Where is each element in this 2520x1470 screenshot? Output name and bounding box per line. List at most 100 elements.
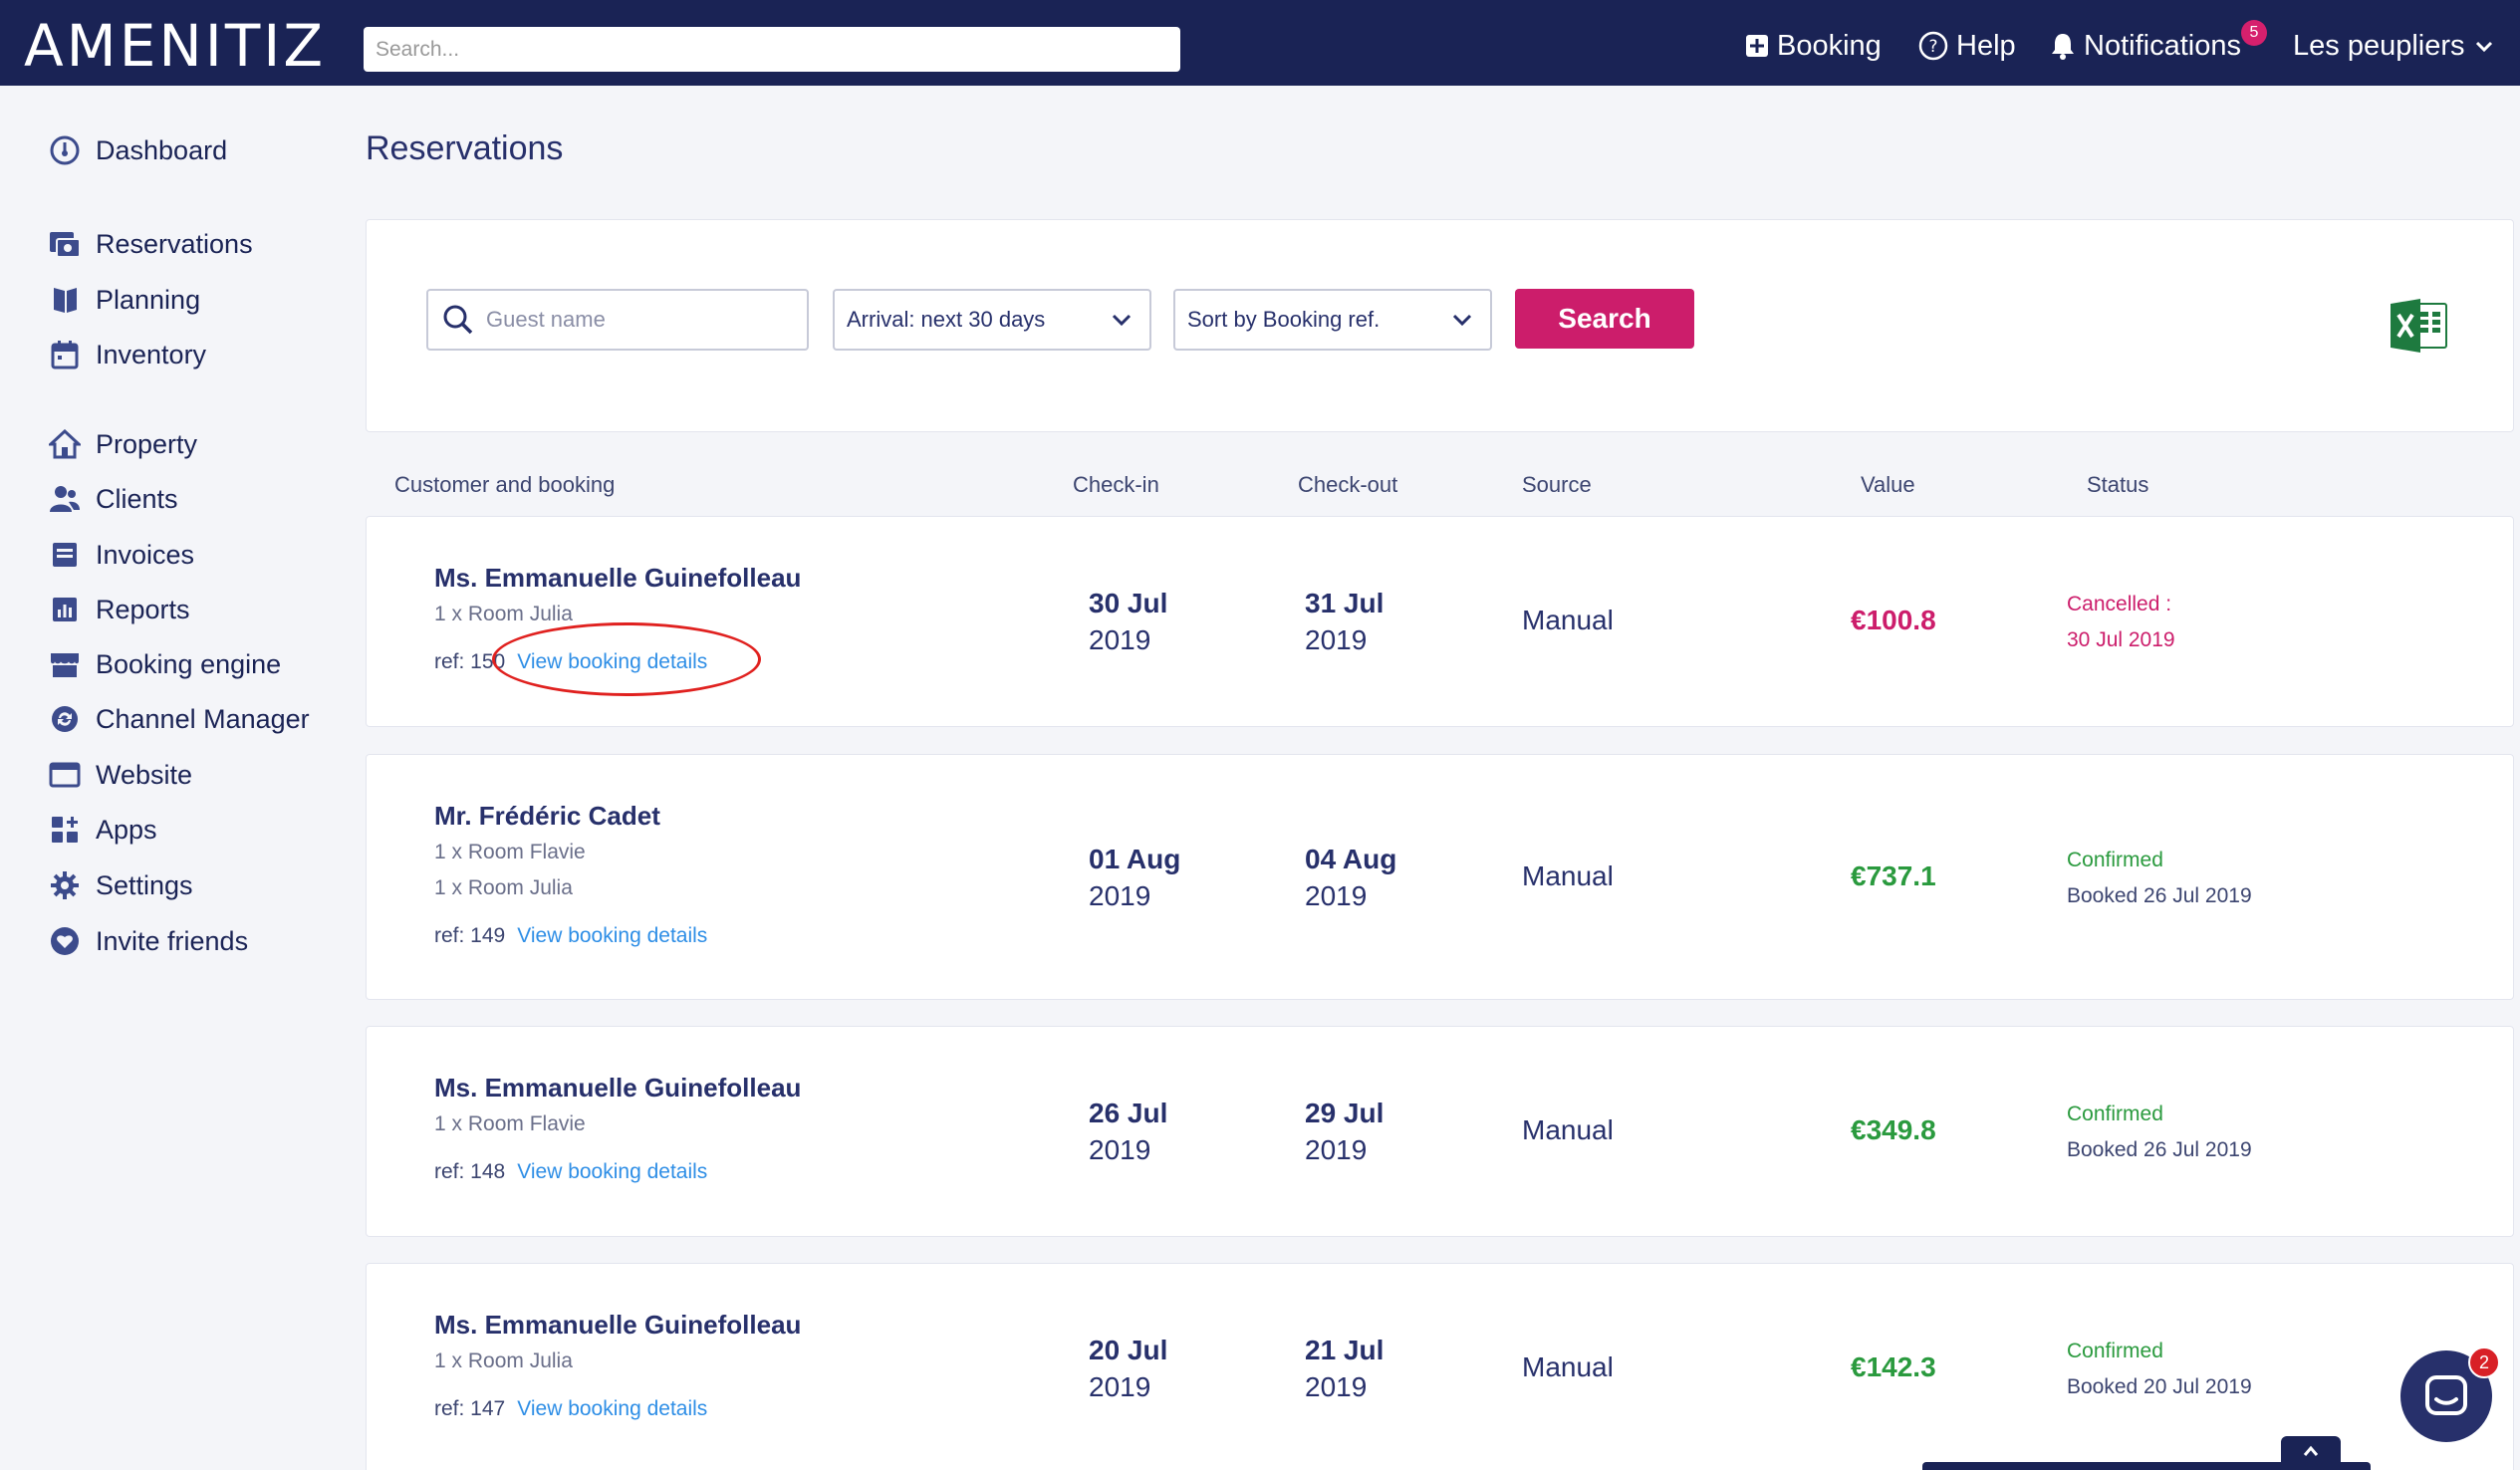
sidebar-item-channel-manager[interactable]: Channel Manager xyxy=(48,699,310,739)
sidebar-item-apps[interactable]: Apps xyxy=(48,810,157,850)
room-line: 1 x Room Julia xyxy=(434,603,573,625)
sidebar-item-website[interactable]: Website xyxy=(48,755,192,795)
sidebar-item-property[interactable]: Property xyxy=(48,424,197,464)
gear-icon xyxy=(48,868,82,902)
guest-name-input[interactable] xyxy=(486,307,785,333)
sidebar-item-label: Clients xyxy=(96,483,178,514)
chevron-down-icon xyxy=(2475,41,2492,53)
booking-source: Manual xyxy=(1522,1351,1614,1382)
sidebar-item-planning[interactable]: Planning xyxy=(48,280,200,320)
users-icon xyxy=(48,482,82,516)
help-button[interactable]: ? Help xyxy=(1918,26,2016,66)
booking-value: €142.3 xyxy=(1851,1351,1936,1382)
view-booking-details-link[interactable]: View booking details xyxy=(517,1160,707,1184)
logo[interactable]: AMENITIZ xyxy=(24,12,326,80)
browser-window-icon xyxy=(48,758,82,792)
booking-source: Manual xyxy=(1522,860,1614,891)
sidebar-item-label: Reports xyxy=(96,594,190,624)
expand-drawer-tab[interactable] xyxy=(2281,1436,2341,1466)
booking-value: €349.8 xyxy=(1851,1114,1936,1145)
checkin-date: 01 Aug 2019 xyxy=(1089,844,1181,911)
sidebar-item-label: Settings xyxy=(96,869,193,900)
sort-select[interactable]: Sort by Booking ref. xyxy=(1173,289,1492,351)
column-header-status: Status xyxy=(2087,472,2149,497)
chevron-up-icon xyxy=(2303,1445,2319,1456)
dashboard-icon xyxy=(48,133,82,167)
chat-unread-badge: 2 xyxy=(2468,1347,2500,1378)
sidebar-item-label: Invoices xyxy=(96,539,195,570)
booking-row[interactable]: Ms. Emmanuelle Guinefolleau 1 x Room Jul… xyxy=(366,1263,2514,1470)
sidebar-item-reservations[interactable]: Reservations xyxy=(48,224,253,264)
sidebar-item-booking-engine[interactable]: Booking engine xyxy=(48,644,281,684)
booking-ref: ref: 149 xyxy=(434,924,506,947)
checkin-date: 20 Jul 2019 xyxy=(1089,1335,1168,1402)
notifications-label: Notifications xyxy=(2084,29,2241,62)
sidebar-item-label: Inventory xyxy=(96,339,207,369)
help-label: Help xyxy=(1956,29,2016,62)
view-booking-details-link[interactable]: View booking details xyxy=(517,1397,707,1421)
sidebar-item-label: Apps xyxy=(96,814,157,845)
sync-icon xyxy=(48,702,82,736)
customer-name[interactable]: Mr. Frédéric Cadet xyxy=(434,801,660,832)
sidebar-item-reports[interactable]: Reports xyxy=(48,590,190,629)
arrival-filter-value: Arrival: next 30 days xyxy=(847,307,1046,332)
storefront-icon xyxy=(48,647,82,681)
booking-row[interactable]: Ms. Emmanuelle Guinefolleau 1 x Room Fla… xyxy=(366,1026,2514,1237)
heart-icon xyxy=(48,924,82,958)
booking-label: Booking xyxy=(1777,29,1882,62)
notifications-button[interactable]: Notifications xyxy=(2050,26,2241,66)
bell-icon xyxy=(2052,34,2074,60)
customer-name[interactable]: Ms. Emmanuelle Guinefolleau xyxy=(434,563,801,594)
sidebar-item-label: Booking engine xyxy=(96,648,282,679)
checkout-date: 31 Jul 2019 xyxy=(1305,588,1385,655)
booking-row[interactable]: Ms. Emmanuelle Guinefolleau 1 x Room Jul… xyxy=(366,516,2514,727)
sidebar-item-label: Reservations xyxy=(96,228,253,259)
sidebar-item-label: Dashboard xyxy=(96,134,228,165)
room-line: 1 x Room Flavie xyxy=(434,1112,586,1135)
checkin-date: 26 Jul 2019 xyxy=(1089,1098,1168,1165)
booking-ref: ref: 148 xyxy=(434,1160,506,1183)
page-title: Reservations xyxy=(366,129,564,167)
bar-chart-icon xyxy=(48,593,82,626)
sidebar-item-invite-friends[interactable]: Invite friends xyxy=(48,921,248,961)
booking-status: Cancelled :30 Jul 2019 xyxy=(2067,593,2175,651)
booking-status: Confirmed Booked 26 Jul 2019 xyxy=(2067,1102,2252,1161)
sidebar-item-label: Invite friends xyxy=(96,925,249,956)
sidebar-item-settings[interactable]: Settings xyxy=(48,865,193,905)
booking-status: Confirmed Booked 20 Jul 2019 xyxy=(2067,1340,2252,1398)
booking-row[interactable]: Mr. Frédéric Cadet 1 x Room Flavie 1 x R… xyxy=(366,754,2514,1000)
sidebar-item-invoices[interactable]: Invoices xyxy=(48,535,194,575)
sidebar-item-clients[interactable]: Clients xyxy=(48,479,178,519)
sidebar-item-label: Planning xyxy=(96,284,201,315)
booking-status: Confirmed Booked 26 Jul 2019 xyxy=(2067,849,2252,907)
view-booking-details-link[interactable]: View booking details xyxy=(517,924,707,948)
property-switcher[interactable]: Les peupliers xyxy=(2293,26,2495,66)
booking-value: €100.8 xyxy=(1851,605,1936,635)
excel-export-icon[interactable] xyxy=(2389,298,2448,359)
new-booking-button[interactable]: Booking xyxy=(1745,26,1882,66)
invoice-icon xyxy=(48,538,82,572)
reservations-icon xyxy=(48,227,82,261)
customer-name[interactable]: Ms. Emmanuelle Guinefolleau xyxy=(434,1073,801,1103)
chevron-down-icon xyxy=(1112,314,1132,327)
sort-value: Sort by Booking ref. xyxy=(1187,307,1381,332)
room-line: 1 x Room Flavie xyxy=(434,841,586,863)
customer-name[interactable]: Ms. Emmanuelle Guinefolleau xyxy=(434,1310,801,1341)
guest-search-field[interactable] xyxy=(426,289,809,351)
booking-value: €737.1 xyxy=(1851,860,1936,891)
planning-icon xyxy=(48,283,82,317)
filter-panel: Arrival: next 30 days Sort by Booking re… xyxy=(366,219,2514,432)
chat-icon xyxy=(2425,1375,2467,1415)
arrival-filter-select[interactable]: Arrival: next 30 days xyxy=(833,289,1151,351)
top-navbar: AMENITIZ Booking ? Help Notifications 5 … xyxy=(0,0,2520,86)
room-line: 1 x Room Julia xyxy=(434,876,573,899)
global-search-input[interactable] xyxy=(364,27,1180,72)
booking-source: Manual xyxy=(1522,605,1614,635)
checkout-date: 04 Aug 2019 xyxy=(1305,844,1397,911)
search-button[interactable]: Search xyxy=(1515,289,1694,349)
question-circle-icon: ? xyxy=(1918,31,1948,61)
column-header-checkin: Check-in xyxy=(1073,472,1159,497)
apps-grid-icon xyxy=(48,813,82,847)
sidebar-item-inventory[interactable]: Inventory xyxy=(48,335,206,374)
sidebar-item-dashboard[interactable]: Dashboard xyxy=(48,130,227,170)
